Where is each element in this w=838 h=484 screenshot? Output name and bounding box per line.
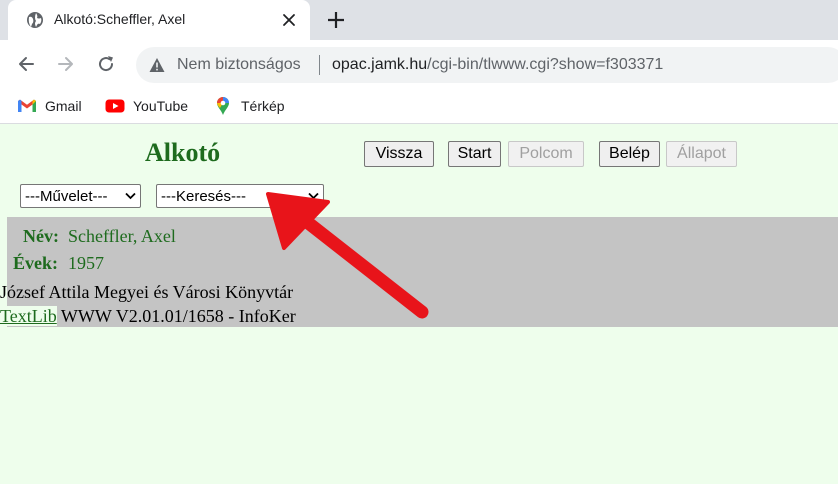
footer-credits: TextLib WWW V2.01.01/1658 - InfoKer [0, 306, 296, 327]
globe-icon [27, 12, 43, 28]
plus-icon[interactable] [326, 10, 346, 30]
bookmark-label: YouTube [133, 98, 189, 114]
reload-icon[interactable] [96, 54, 116, 74]
name-value: Scheffler, Axel [68, 226, 176, 246]
url-host: opac.jamk.hu [332, 56, 428, 73]
youtube-icon [105, 99, 125, 113]
url-text[interactable]: opac.jamk.hu/cgi-bin/tlwww.cgi?show=f303… [332, 56, 663, 74]
browser-toolbar: Nem biztonságos opac.jamk.hu/cgi-bin/tlw… [0, 40, 838, 88]
shelf-button[interactable]: Polcom [508, 141, 584, 167]
browser-tab[interactable]: Alkotó:Scheffler, Axel [8, 0, 310, 40]
name-label: Név: [23, 226, 59, 246]
bookmark-maps[interactable]: Térkép [213, 96, 285, 116]
years-value: 1957 [68, 253, 104, 273]
textlib-link[interactable]: TextLib [0, 306, 57, 326]
omnibox-divider [319, 55, 320, 75]
chevron-down-icon [125, 192, 136, 200]
not-secure-label: Nem biztonságos [177, 56, 301, 73]
bookmark-gmail[interactable]: Gmail [17, 96, 82, 116]
bookmarks-bar: Gmail YouTube Térkép [0, 88, 838, 124]
tab-title: Alkotó:Scheffler, Axel [54, 11, 186, 27]
back-button[interactable]: Vissza [364, 141, 434, 167]
years-label: Évek: [13, 253, 58, 273]
gmail-icon [18, 99, 36, 112]
url-path: /cgi-bin/tlwww.cgi?show=f303371 [427, 56, 664, 73]
bookmark-label: Gmail [45, 98, 82, 114]
search-select-value: ---Keresés--- [161, 187, 246, 205]
back-arrow-icon[interactable] [16, 54, 36, 74]
tab-strip: Alkotó:Scheffler, Axel [0, 0, 838, 40]
warning-icon[interactable] [149, 57, 165, 73]
bookmark-label: Térkép [241, 98, 285, 114]
status-button[interactable]: Állapot [666, 141, 737, 167]
address-bar[interactable]: Nem biztonságos opac.jamk.hu/cgi-bin/tlw… [136, 47, 838, 83]
start-button[interactable]: Start [448, 141, 501, 167]
page-title: Alkotó [145, 138, 221, 167]
maps-icon [217, 97, 229, 115]
annotation-arrow-icon [266, 192, 429, 319]
login-button[interactable]: Belép [599, 141, 660, 167]
bookmark-youtube[interactable]: YouTube [105, 96, 188, 116]
close-icon[interactable] [280, 11, 298, 29]
forward-arrow-icon[interactable] [56, 54, 76, 74]
operation-select[interactable]: ---Művelet--- [20, 184, 141, 208]
version-text: WWW V2.01.01/1658 - InfoKer [56, 306, 296, 326]
library-name: József Attila Megyei és Városi Könyvtár [0, 282, 294, 302]
operation-select-value: ---Művelet--- [25, 187, 108, 205]
